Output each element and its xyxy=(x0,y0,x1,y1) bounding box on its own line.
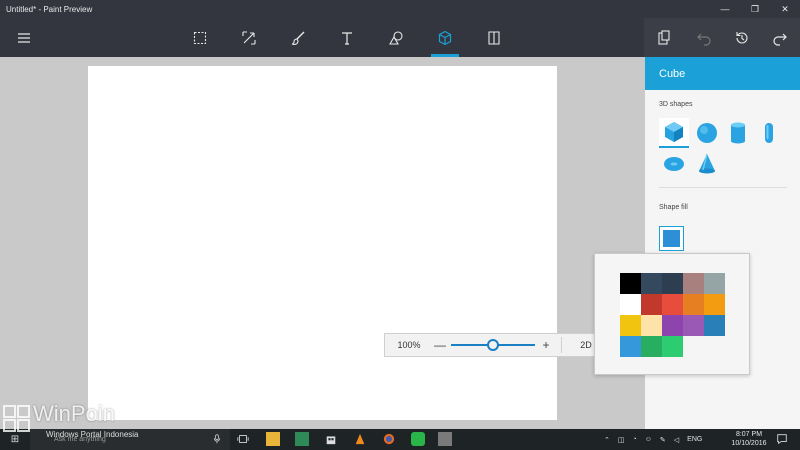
window-title: Untitled* - Paint Preview xyxy=(6,4,93,14)
zoom-slider[interactable] xyxy=(451,334,535,356)
emoji-icon[interactable]: ☺ xyxy=(645,436,652,443)
clock[interactable]: 8:07 PM 10/10/2016 xyxy=(730,430,768,448)
cone-icon xyxy=(699,153,715,174)
sphere-shape-button[interactable] xyxy=(692,118,722,148)
color-swatch[interactable] xyxy=(620,273,641,294)
network-icon[interactable]: ◫ xyxy=(618,436,625,444)
sticker-icon[interactable] xyxy=(476,18,512,57)
sphere-icon xyxy=(697,123,717,143)
watermark-logo xyxy=(3,405,30,432)
clock-date: 10/10/2016 xyxy=(731,440,767,447)
toolbar xyxy=(0,18,800,57)
text-icon[interactable] xyxy=(329,18,365,57)
color-swatch[interactable] xyxy=(683,294,704,315)
shapes-section-label: 3D shapes xyxy=(659,101,693,108)
cone-shape-button[interactable] xyxy=(692,149,722,179)
color-palette-popup xyxy=(594,253,750,375)
hamburger-icon[interactable] xyxy=(6,18,42,57)
donut-icon xyxy=(664,157,684,171)
brush-icon[interactable] xyxy=(280,18,316,57)
color-swatch[interactable] xyxy=(641,273,662,294)
color-swatch[interactable] xyxy=(620,336,641,357)
undo-icon[interactable] xyxy=(686,18,722,57)
panel-title: Cube xyxy=(659,67,686,80)
fill-section-label: Shape fill xyxy=(659,204,688,211)
redo-icon[interactable] xyxy=(762,18,798,57)
color-swatch[interactable] xyxy=(641,294,662,315)
maximize-button[interactable]: ❐ xyxy=(740,0,770,18)
task-view-icon[interactable] xyxy=(236,432,250,446)
watermark: WinPoin Windows Portal Indonesia xyxy=(0,398,150,442)
cylinder-shape-button[interactable] xyxy=(723,118,753,148)
minimize-button[interactable]: — xyxy=(710,0,740,18)
notification-icon[interactable] xyxy=(775,432,789,446)
paste-icon[interactable] xyxy=(646,18,682,57)
color-swatch[interactable] xyxy=(662,336,683,357)
color-swatch[interactable] xyxy=(662,294,683,315)
firefox-icon[interactable] xyxy=(382,432,396,446)
close-button[interactable]: ✕ xyxy=(770,0,800,18)
volume-icon[interactable]: ◁ xyxy=(674,436,679,444)
color-swatch[interactable] xyxy=(683,273,704,294)
color-swatch[interactable] xyxy=(683,315,704,336)
color-swatch[interactable] xyxy=(704,273,725,294)
clock-time: 8:07 PM xyxy=(735,431,763,438)
chevron-up-icon[interactable]: ⌃ xyxy=(604,436,610,444)
app-icon[interactable] xyxy=(295,432,309,446)
zoom-percent: 100% xyxy=(397,340,421,350)
drawing-canvas[interactable] xyxy=(88,66,557,420)
select-icon[interactable] xyxy=(182,18,218,57)
crop-icon[interactable] xyxy=(231,18,267,57)
cylinder-icon xyxy=(731,122,745,144)
color-swatch[interactable] xyxy=(704,294,725,315)
system-tray: ⌃ ◫ ◔ ☺ ✎ ◁ ENG xyxy=(604,429,702,450)
color-swatch[interactable] xyxy=(662,315,683,336)
capsule-shape-button[interactable] xyxy=(754,118,784,148)
line-icon[interactable] xyxy=(411,432,425,446)
history-icon[interactable] xyxy=(724,18,760,57)
color-swatch[interactable] xyxy=(662,273,683,294)
zoom-slider-thumb[interactable] xyxy=(487,339,499,351)
watermark-subtitle: Windows Portal Indonesia xyxy=(46,430,139,439)
cube-icon xyxy=(665,122,683,142)
color-swatch[interactable] xyxy=(620,294,641,315)
zoom-out-button[interactable]: — xyxy=(433,338,447,352)
canvas-area xyxy=(0,57,645,429)
vlc-icon[interactable] xyxy=(353,432,367,446)
shape-fill-swatch[interactable] xyxy=(659,226,684,251)
color-swatch[interactable] xyxy=(620,315,641,336)
panel-divider xyxy=(659,187,787,188)
watermark-title: WinPoin xyxy=(33,401,115,426)
paint-app-icon[interactable] xyxy=(438,432,452,446)
file-explorer-icon[interactable] xyxy=(266,432,280,446)
color-swatch[interactable] xyxy=(641,336,662,357)
input-language[interactable]: ENG xyxy=(687,436,702,443)
panel-header: Cube xyxy=(645,57,800,90)
color-swatch[interactable] xyxy=(641,315,662,336)
store-icon[interactable] xyxy=(324,432,338,446)
color-grid xyxy=(620,273,725,357)
title-bar: Untitled* - Paint Preview — ❐ ✕ xyxy=(0,0,800,18)
donut-shape-button[interactable] xyxy=(659,149,689,179)
cube-icon[interactable] xyxy=(427,18,463,57)
wifi-icon[interactable]: ◔ xyxy=(633,436,637,443)
capsule-icon xyxy=(765,123,773,143)
zoom-in-button[interactable]: + xyxy=(539,338,553,352)
cube-shape-button[interactable] xyxy=(659,118,689,148)
shapes-icon[interactable] xyxy=(378,18,414,57)
pen-icon[interactable]: ✎ xyxy=(660,436,666,444)
color-swatch[interactable] xyxy=(704,315,725,336)
fill-color xyxy=(663,230,680,247)
microphone-icon[interactable] xyxy=(210,432,224,446)
